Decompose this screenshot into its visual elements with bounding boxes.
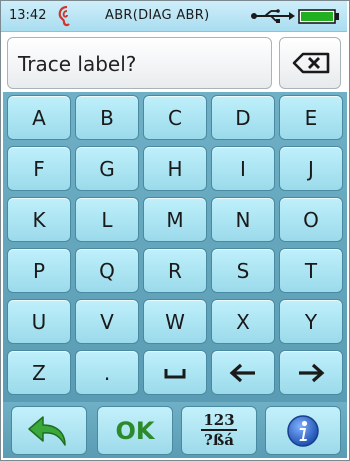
mode-label-top: 123 <box>201 411 237 431</box>
key-z[interactable]: Z <box>7 350 71 395</box>
ear-icon <box>58 5 70 27</box>
key-period[interactable]: . <box>75 350 139 395</box>
key-x[interactable]: X <box>211 299 275 344</box>
key-h[interactable]: H <box>143 146 207 191</box>
cursor-left-key[interactable] <box>211 350 275 395</box>
cursor-right-key[interactable] <box>279 350 343 395</box>
clock: 13:42 <box>9 8 47 23</box>
info-button[interactable] <box>265 406 341 455</box>
numeric-mode-button[interactable]: 123 ?ßá <box>181 406 257 455</box>
key-b[interactable]: B <box>75 95 139 140</box>
key-o[interactable]: O <box>279 197 343 242</box>
key-r[interactable]: R <box>143 248 207 293</box>
key-m[interactable]: M <box>143 197 207 242</box>
key-j[interactable]: J <box>279 146 343 191</box>
screen-title: ABR(DIAG ABR) <box>105 8 210 23</box>
ok-button[interactable]: OK <box>97 406 173 455</box>
key-v[interactable]: V <box>75 299 139 344</box>
key-w[interactable]: W <box>143 299 207 344</box>
mode-label-bottom: ?ßá <box>204 431 234 449</box>
key-q[interactable]: Q <box>75 248 139 293</box>
key-a[interactable]: A <box>7 95 71 140</box>
key-f[interactable]: F <box>7 146 71 191</box>
info-icon <box>287 414 319 447</box>
arrow-right-icon <box>299 363 325 382</box>
space-icon <box>164 368 186 378</box>
key-n[interactable]: N <box>211 197 275 242</box>
usb-icon <box>251 9 295 23</box>
arrow-left-icon <box>229 363 255 382</box>
mode-label: 123 ?ßá <box>201 411 237 449</box>
space-key[interactable] <box>143 350 207 395</box>
bottom-toolbar: OK 123 ?ßá <box>3 402 347 458</box>
back-arrow-icon <box>28 415 66 446</box>
key-i[interactable]: I <box>211 146 275 191</box>
key-s[interactable]: S <box>211 248 275 293</box>
back-button[interactable] <box>11 406 87 455</box>
status-bar: 13:42 ABR(DIAG ABR) <box>1 1 347 32</box>
key-u[interactable]: U <box>7 299 71 344</box>
key-e[interactable]: E <box>279 95 343 140</box>
key-c[interactable]: C <box>143 95 207 140</box>
keyboard: A B C D E F G H I J K L M N O P Q R S T … <box>3 92 347 402</box>
key-d[interactable]: D <box>211 95 275 140</box>
input-placeholder: Trace label? <box>18 52 137 76</box>
key-y[interactable]: Y <box>279 299 343 344</box>
battery-icon <box>298 9 339 24</box>
key-k[interactable]: K <box>7 197 71 242</box>
key-t[interactable]: T <box>279 248 343 293</box>
key-l[interactable]: L <box>75 197 139 242</box>
trace-label-input[interactable]: Trace label? <box>7 37 272 89</box>
ok-label: OK <box>115 416 155 445</box>
key-g[interactable]: G <box>75 146 139 191</box>
key-p[interactable]: P <box>7 248 71 293</box>
backspace-icon <box>292 52 330 74</box>
backspace-button[interactable] <box>279 37 341 89</box>
